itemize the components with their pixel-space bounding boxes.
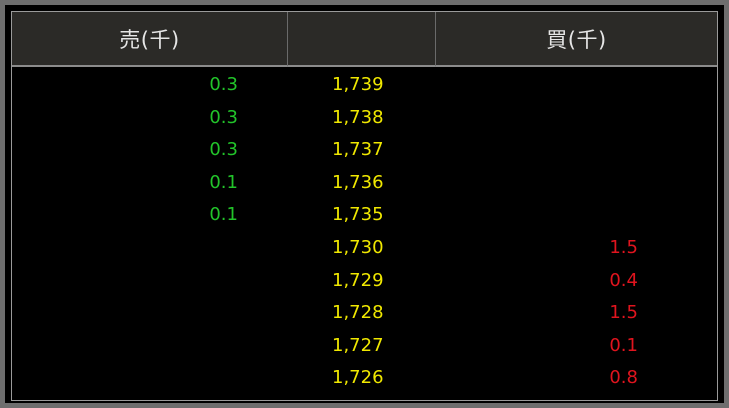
sell-quantity xyxy=(12,362,238,395)
order-row[interactable]: 0.3 1,739 xyxy=(12,69,717,102)
sell-quantity: 0.1 xyxy=(209,171,238,193)
sell-quantity xyxy=(12,330,238,363)
order-row[interactable]: 1,726 0.8 xyxy=(12,362,717,395)
price-level[interactable]: 1,735 xyxy=(332,199,432,232)
price-level[interactable]: 1,726 xyxy=(332,362,432,395)
sell-quantity xyxy=(12,265,238,298)
buy-quantity: 0.8 xyxy=(609,367,638,389)
sell-quantity: 0.3 xyxy=(209,106,238,128)
order-book-header: 売(千) 買(千) xyxy=(12,12,717,67)
price-column-header[interactable] xyxy=(288,12,436,67)
price-level[interactable]: 1,728 xyxy=(332,297,432,330)
order-row[interactable]: 0.3 1,737 xyxy=(12,134,717,167)
sell-column-header[interactable]: 売(千) xyxy=(12,12,288,67)
order-row[interactable]: 1,730 1.5 xyxy=(12,232,717,265)
order-row[interactable]: 0.1 1,735 xyxy=(12,199,717,232)
order-book-rows: 0.3 1,739 0.3 1,738 0.3 1,737 0.1 1,736 … xyxy=(12,69,717,395)
order-book-frame: 売(千) 買(千) 0.3 1,739 0.3 1,738 0.3 1,737 … xyxy=(0,0,729,408)
order-row[interactable]: 1,729 0.4 xyxy=(12,265,717,298)
buy-quantity: 1.5 xyxy=(609,236,638,258)
buy-quantity: 0.4 xyxy=(609,269,638,291)
price-level[interactable]: 1,738 xyxy=(332,102,432,135)
buy-quantity xyxy=(512,167,638,200)
sell-quantity: 0.3 xyxy=(209,74,238,95)
buy-column-header[interactable]: 買(千) xyxy=(436,12,717,67)
buy-quantity xyxy=(512,199,638,232)
price-level[interactable]: 1,736 xyxy=(332,167,432,200)
buy-quantity xyxy=(512,102,638,135)
buy-quantity xyxy=(512,134,638,167)
price-level[interactable]: 1,729 xyxy=(332,265,432,298)
order-book-panel: 売(千) 買(千) 0.3 1,739 0.3 1,738 0.3 1,737 … xyxy=(11,11,718,401)
sell-quantity: 0.3 xyxy=(209,139,238,161)
order-row[interactable]: 1,727 0.1 xyxy=(12,330,717,363)
sell-quantity xyxy=(12,232,238,265)
price-level[interactable]: 1,737 xyxy=(332,134,432,167)
order-row[interactable]: 0.3 1,738 xyxy=(12,102,717,135)
price-level[interactable]: 1,727 xyxy=(332,330,432,363)
buy-quantity: 1.5 xyxy=(609,302,638,324)
sell-quantity: 0.1 xyxy=(209,204,238,226)
price-level[interactable]: 1,739 xyxy=(332,69,432,102)
order-row[interactable]: 0.1 1,736 xyxy=(12,167,717,200)
buy-quantity xyxy=(512,69,638,102)
order-row[interactable]: 1,728 1.5 xyxy=(12,297,717,330)
price-level[interactable]: 1,730 xyxy=(332,232,432,265)
sell-quantity xyxy=(12,297,238,330)
buy-quantity: 0.1 xyxy=(609,334,638,356)
